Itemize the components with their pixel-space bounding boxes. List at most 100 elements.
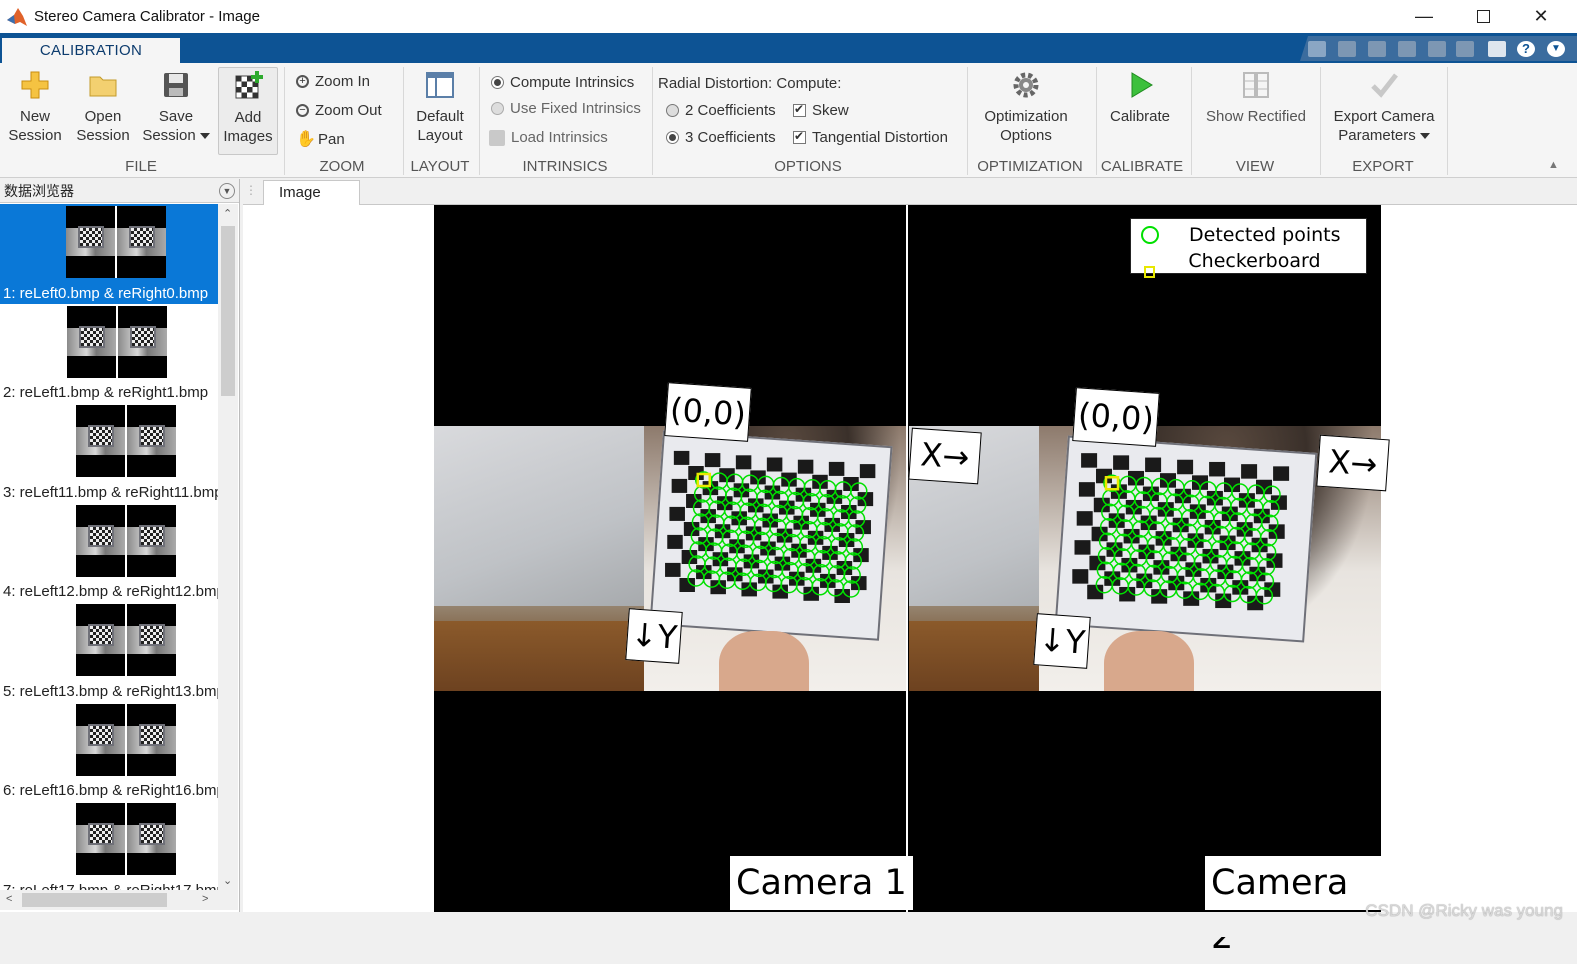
checker-square <box>1076 511 1093 526</box>
load-intrinsics-icon <box>489 129 505 146</box>
camera-2-label: Camera 2 <box>1205 856 1381 957</box>
horizontal-scrollbar[interactable]: < > <box>0 890 238 910</box>
save-quick-icon[interactable] <box>1308 41 1326 57</box>
checker-square <box>1273 466 1290 481</box>
image-pair-thumbnail <box>76 604 176 676</box>
tangential-distortion-checkbox[interactable]: Tangential Distortion <box>793 129 948 146</box>
undo-icon[interactable] <box>1428 41 1446 57</box>
stereo-image-pair[interactable]: (0,0) ↓Y X→ (0,0) X→ ↓Y Detected points … <box>434 205 1390 957</box>
list-item[interactable]: 4: reLeft12.bmp & reRight12.bmp <box>0 503 218 603</box>
thumbnail-half <box>76 504 125 577</box>
vertical-scrollbar[interactable]: ⌃ ⌄ <box>218 204 238 890</box>
list-item-label: 2: reLeft1.bmp & reRight1.bmp <box>3 384 209 401</box>
thumbnail-half <box>76 405 125 477</box>
checkbox-checked-icon <box>793 102 806 117</box>
thumbnail-half <box>76 703 125 776</box>
default-layout-button[interactable]: Default Layout <box>408 69 472 145</box>
list-item[interactable]: 3: reLeft11.bmp & reRight11.bmp <box>0 403 218 503</box>
status-bar <box>0 912 1577 937</box>
image-pair-thumbnail <box>76 703 176 776</box>
paste-icon[interactable] <box>1398 41 1416 57</box>
collapse-toolstrip-icon[interactable]: ▼ <box>1547 41 1565 57</box>
open-session-button[interactable]: Open Session <box>70 69 136 145</box>
data-browser-title: 数据浏览器 <box>4 183 74 199</box>
drag-handle-icon[interactable]: ⋮ <box>245 183 257 197</box>
close-icon: ✕ <box>1533 6 1549 26</box>
thumbnail-checkerboard <box>88 624 114 646</box>
minimize-button[interactable]: — <box>1395 0 1453 33</box>
scroll-left-icon[interactable]: < <box>6 893 12 905</box>
list-item[interactable]: 7: reLeft17.bmp & reRight17.bmp <box>0 801 218 890</box>
skew-checkbox[interactable]: Skew <box>793 102 849 119</box>
scrollbar-thumb[interactable] <box>22 893 167 907</box>
image-pair-thumbnail <box>76 504 176 577</box>
calibrate-button[interactable]: Calibrate <box>1102 69 1178 126</box>
thumbnail-half <box>127 504 176 577</box>
thumbnail-checkerboard <box>78 226 104 248</box>
thumbnail-half <box>127 405 176 477</box>
save-session-button[interactable]: Save Session <box>140 69 212 145</box>
scroll-down-icon[interactable]: ⌄ <box>223 874 232 887</box>
watermark: CSDN @Ricky was young <box>1365 901 1563 920</box>
image-pair-list: 1: reLeft0.bmp & reRight0.bmp 2: reLeft1.… <box>0 204 218 890</box>
chevron-down-icon <box>1419 133 1430 140</box>
group-label-options: OPTIONS <box>774 158 842 175</box>
tab-calibration[interactable]: CALIBRATION <box>2 38 180 63</box>
checker-square <box>1177 459 1194 475</box>
copy-icon[interactable] <box>1368 41 1386 57</box>
zoom-in-button[interactable]: + Zoom In <box>296 73 370 90</box>
checker-square <box>1072 569 1089 584</box>
divider <box>1447 67 1448 175</box>
thumbnail-half <box>76 604 125 676</box>
layout-icon <box>426 72 454 98</box>
scrollbar-thumb[interactable] <box>221 226 235 396</box>
redo-icon[interactable] <box>1456 41 1474 57</box>
plus-icon <box>21 71 49 99</box>
y-axis-label: ↓Y <box>1033 613 1091 669</box>
new-session-button[interactable]: New Session <box>4 69 66 145</box>
thumbnail-checkerboard <box>139 723 165 746</box>
maximize-icon <box>1476 10 1490 23</box>
checker-square <box>1113 455 1130 470</box>
radio-icon <box>666 104 679 117</box>
show-rectified-button[interactable]: Show Rectified <box>1198 69 1314 126</box>
thumbnail-half <box>66 206 115 278</box>
cut-icon[interactable] <box>1338 41 1356 57</box>
checkbox-checked-icon <box>793 129 806 144</box>
help-icon[interactable]: ? <box>1517 41 1535 57</box>
panel-menu-icon[interactable]: ▼ <box>219 183 235 199</box>
export-camera-parameters-button[interactable]: Export Camera Parameters <box>1326 69 1442 145</box>
add-images-button[interactable]: Add Images <box>218 67 278 155</box>
thumbnail-checkerboard <box>129 226 155 248</box>
close-button[interactable]: ✕ <box>1512 0 1570 33</box>
optimization-options-button[interactable]: Optimization Options <box>974 69 1078 145</box>
scroll-up-icon[interactable]: ⌃ <box>223 207 232 220</box>
camera-2-photo <box>909 426 1381 691</box>
scroll-right-icon[interactable]: > <box>202 893 208 905</box>
camera-divider <box>906 205 908 912</box>
minimize-icon: — <box>1415 6 1433 26</box>
checker-square <box>704 453 721 468</box>
zoom-out-button[interactable]: − Zoom Out <box>296 102 382 119</box>
checkmark-icon <box>1371 73 1398 98</box>
load-intrinsics-button[interactable]: Load Intrinsics <box>489 129 608 146</box>
list-item[interactable]: 6: reLeft16.bmp & reRight16.bmp <box>0 702 218 802</box>
collapse-ribbon-icon[interactable]: ▲ <box>1548 159 1559 171</box>
three-coefficients-radio[interactable]: 3 Coefficients <box>666 129 776 146</box>
use-fixed-intrinsics-radio[interactable]: Use Fixed Intrinsics <box>491 100 641 117</box>
switch-windows-icon[interactable] <box>1488 41 1506 57</box>
tab-image[interactable]: Image <box>263 180 360 205</box>
two-coefficients-radio[interactable]: 2 Coefficients <box>666 102 776 119</box>
thumbnail-checkerboard <box>139 425 165 447</box>
thumbnail-checkerboard <box>139 823 165 845</box>
list-item[interactable]: 5: reLeft13.bmp & reRight13.bmp <box>0 602 218 702</box>
maximize-button[interactable] <box>1454 0 1512 33</box>
pan-button[interactable]: ✋ Pan <box>296 131 345 148</box>
list-item[interactable]: 1: reLeft0.bmp & reRight0.bmp <box>0 204 218 304</box>
compute-intrinsics-radio[interactable]: Compute Intrinsics <box>491 74 634 91</box>
chevron-down-icon <box>199 133 210 140</box>
thumbnail-checkerboard <box>88 723 114 746</box>
zoom-in-icon: + <box>296 75 309 88</box>
list-item[interactable]: 2: reLeft1.bmp & reRight1.bmp <box>0 304 218 404</box>
checker-square <box>1074 540 1091 555</box>
